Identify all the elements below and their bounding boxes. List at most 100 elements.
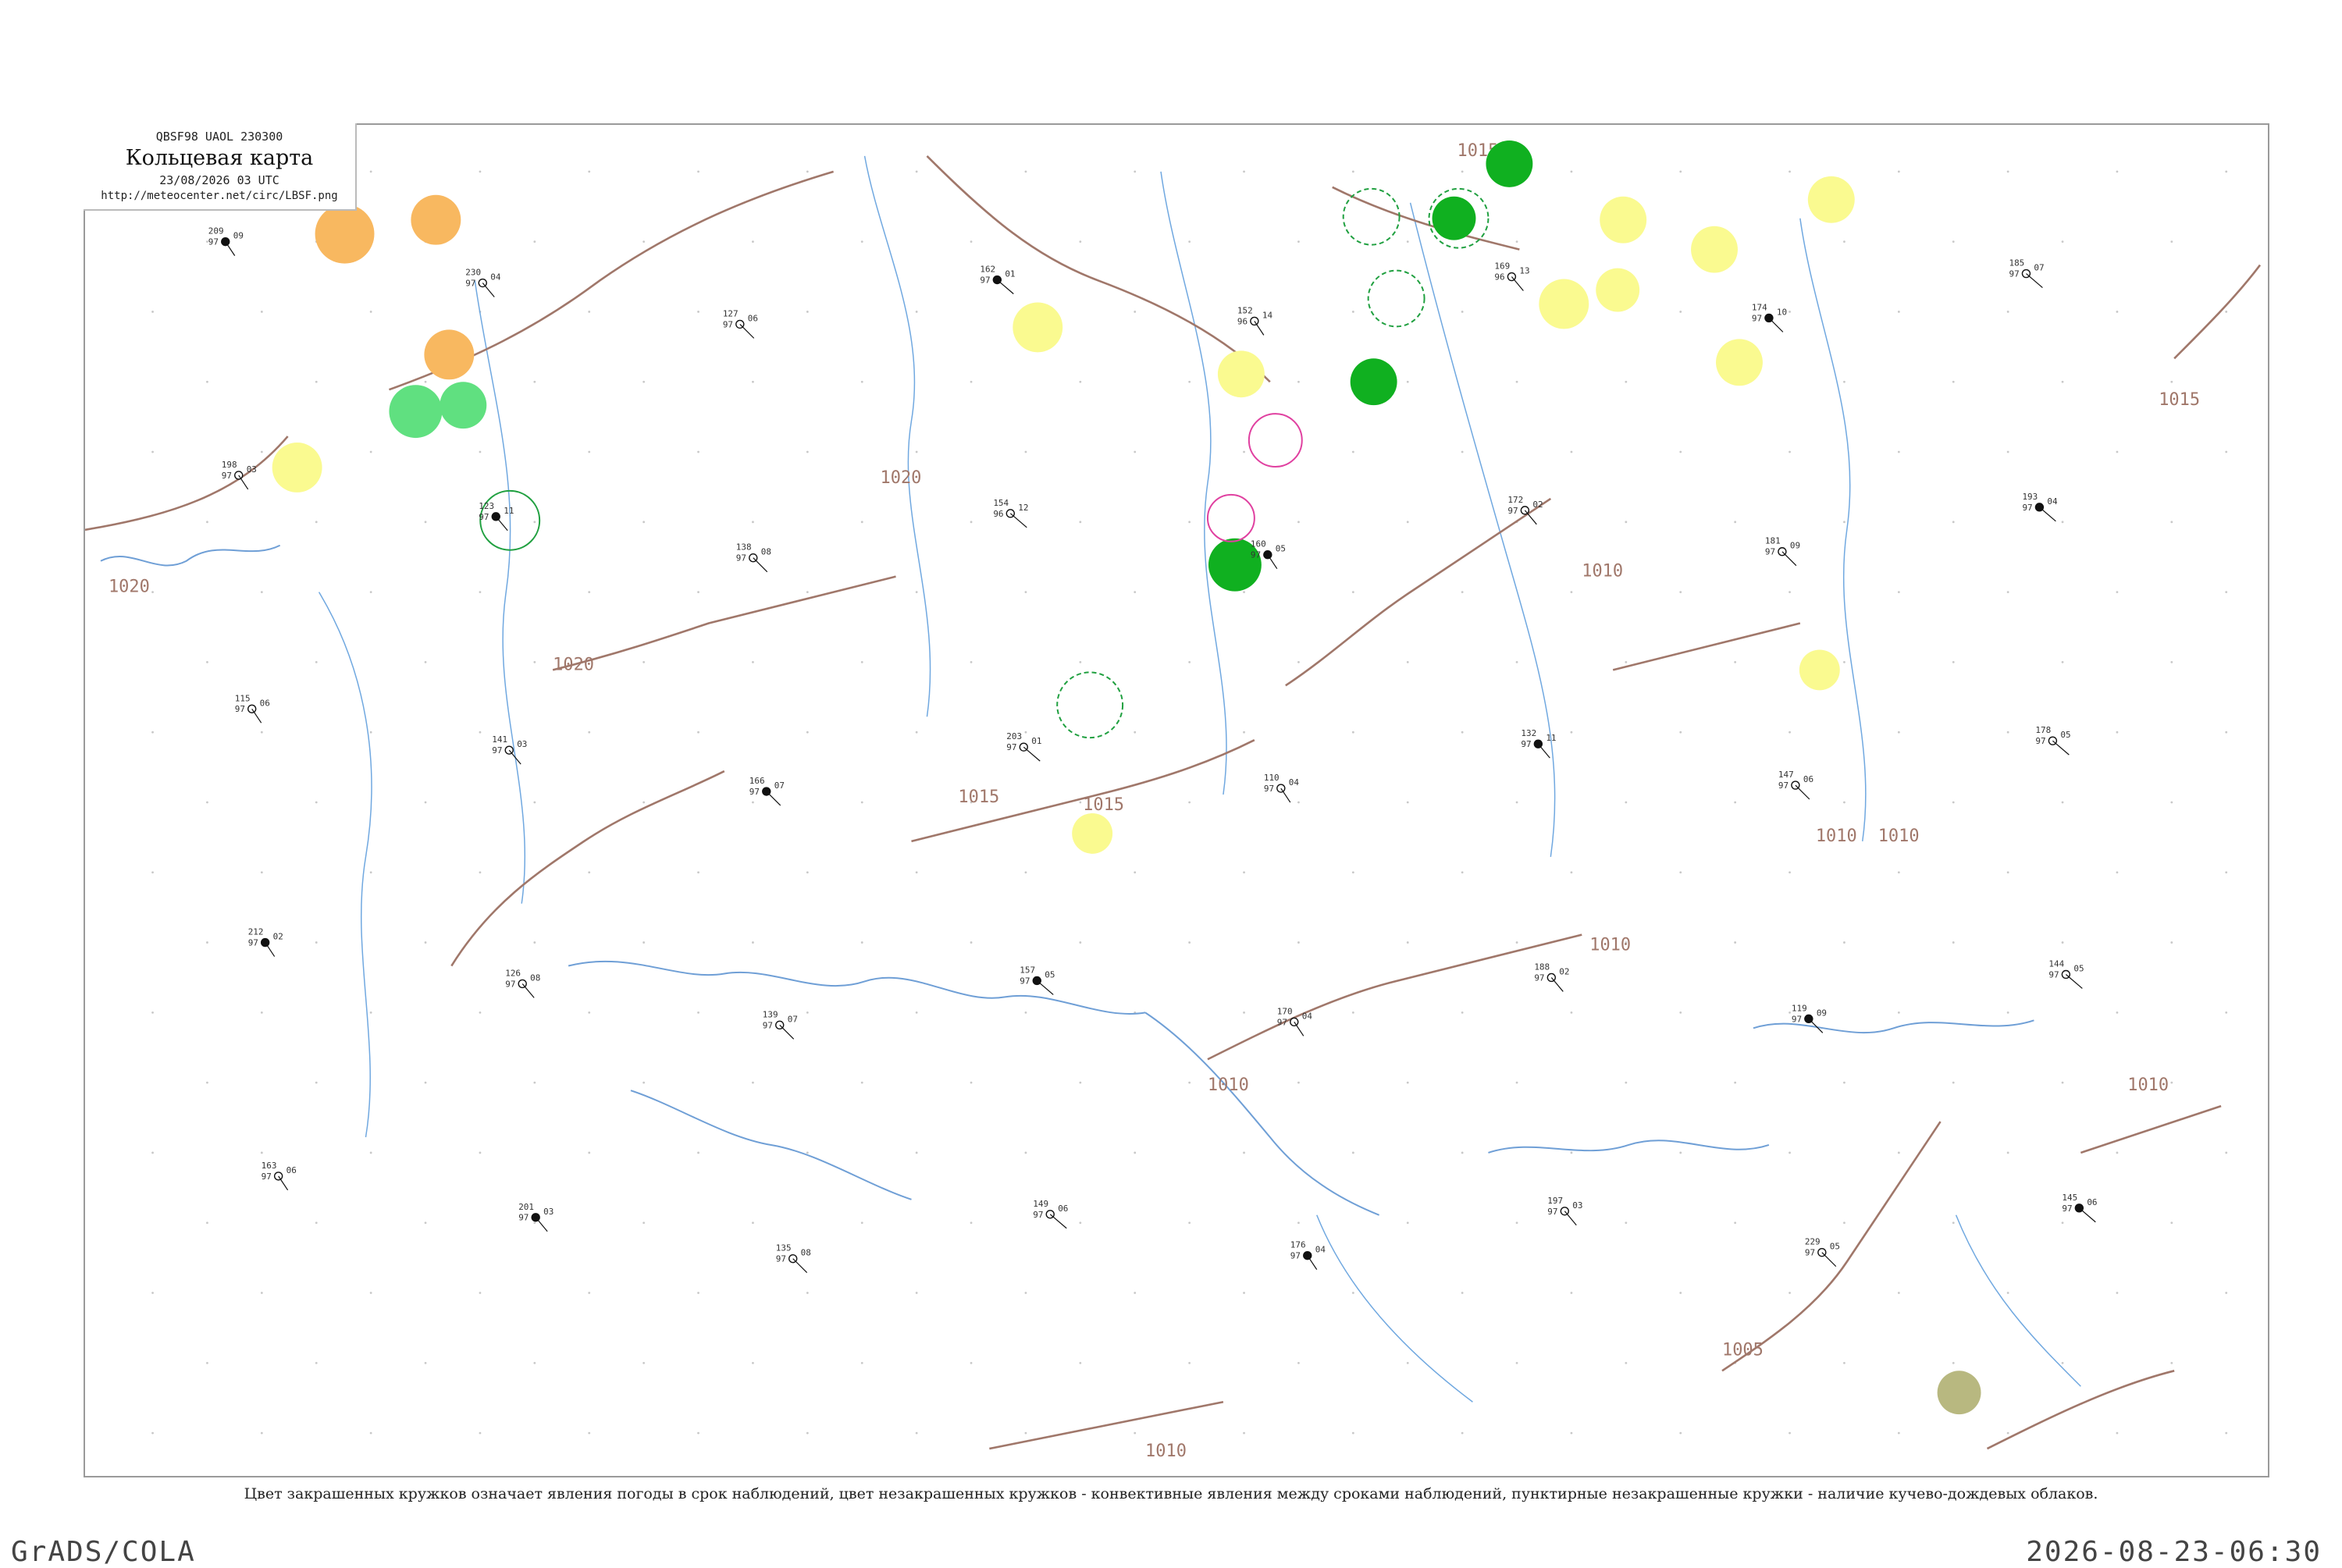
wind-barb <box>1307 1255 1318 1270</box>
station-value: 97 <box>262 1172 272 1182</box>
wind-barb <box>1049 1214 1067 1229</box>
station-value: 97 <box>1006 742 1016 752</box>
station-value: 01 <box>1005 269 1015 279</box>
station-value: 97 <box>2009 269 2019 279</box>
station-value: 97 <box>1251 550 1261 560</box>
station-value: 149 <box>1033 1199 1048 1209</box>
yellow-marker <box>1217 350 1265 398</box>
station-value: 11 <box>1546 733 1556 743</box>
wind-barb <box>1280 788 1291 803</box>
station-value: 141 <box>492 734 507 745</box>
station-plot: 13897 08 <box>736 542 771 573</box>
station-value: 97 <box>492 745 502 756</box>
station-plot: 18197 09 <box>1765 536 1800 567</box>
station-value: 135 <box>776 1243 792 1253</box>
station-plot: 13297 11 <box>1521 728 1557 759</box>
station-value: 126 <box>505 968 521 978</box>
station-circle <box>1303 1250 1312 1260</box>
station-value: 203 <box>1006 731 1022 741</box>
pink-ring <box>1206 493 1255 542</box>
station-value: 97 <box>479 512 489 522</box>
station-value: 97 <box>1778 780 1789 791</box>
legend-caption: Цвет закрашенных кружков означает явлени… <box>244 1485 2098 1502</box>
source-url[interactable]: http://meteocenter.net/circ/LBSF.png <box>84 190 355 202</box>
wind-barb <box>1795 784 1810 800</box>
footer-software: GrADS/COLA <box>11 1536 196 1568</box>
isobar-label: 1010 <box>2127 1076 2169 1095</box>
synoptic-map: 1020 1020 1020 1015 1015 1015 1015 1010 … <box>85 140 2262 1461</box>
station-plot: 17897 05 <box>2035 725 2071 756</box>
station-value: 11 <box>504 506 514 516</box>
wind-barb <box>1267 554 1278 570</box>
station-value: 14 <box>1262 310 1273 320</box>
station-value: 209 <box>208 226 224 236</box>
station-value: 04 <box>2047 496 2058 507</box>
yellow-marker <box>1807 176 1855 223</box>
station-plot: 14197 03 <box>492 734 527 765</box>
isobar-label: 1020 <box>881 468 922 488</box>
station-value: 123 <box>479 501 494 511</box>
yellow-marker <box>272 443 322 492</box>
green-ring <box>1056 671 1124 739</box>
bulletin-code: QBSF98 UAOL 230300 <box>155 130 283 144</box>
station-value: 97 <box>2035 736 2045 746</box>
station-value: 97 <box>208 237 219 247</box>
station-circle <box>1250 316 1259 326</box>
station-value: 188 <box>1534 962 1550 972</box>
station-value: 05 <box>1830 1242 1840 1252</box>
station-value: 154 <box>993 498 1009 508</box>
station-value: 174 <box>1752 302 1767 312</box>
station-plot: 14997 06 <box>1033 1199 1068 1229</box>
station-plot: 19897 03 <box>222 460 257 490</box>
station-plot: 11097 04 <box>1264 773 1299 803</box>
yellow-marker <box>1600 196 1647 244</box>
station-value: 10 <box>1777 307 1787 317</box>
wind-barb <box>482 283 495 297</box>
wind-barb <box>1537 743 1550 759</box>
yellow-marker <box>1799 649 1840 691</box>
wind-barb <box>1023 746 1041 762</box>
map-title: Кольцевая карта <box>125 146 314 170</box>
station-value: 03 <box>517 739 527 749</box>
wind-barb <box>1254 321 1265 336</box>
station-value: 97 <box>518 1213 529 1223</box>
station-plot: 16996 13 <box>1494 261 1530 291</box>
yellow-marker <box>1072 812 1113 854</box>
wind-barb <box>2039 507 2056 522</box>
station-plot: 17297 02 <box>1507 495 1543 525</box>
station-plot: 19797 03 <box>1547 1196 1582 1226</box>
wind-barb <box>1550 977 1564 992</box>
station-plot: 11597 06 <box>235 693 270 724</box>
isobar-label: 1010 <box>1816 827 1857 846</box>
station-value: 03 <box>1572 1200 1582 1211</box>
station-value: 185 <box>2009 258 2024 268</box>
station-value: 97 <box>505 979 515 989</box>
station-plot: 19397 04 <box>2022 492 2058 522</box>
station-value: 97 <box>749 787 760 797</box>
station-value: 05 <box>1045 969 1055 980</box>
station-value: 230 <box>465 268 481 278</box>
station-value: 05 <box>1276 544 1286 554</box>
wind-barb <box>1009 513 1027 528</box>
station-value: 96 <box>1237 316 1248 326</box>
station-value: 09 <box>1790 541 1800 551</box>
wind-barb <box>521 983 535 998</box>
yellow-marker <box>1596 268 1640 312</box>
station-value: 181 <box>1765 536 1781 546</box>
station-value: 97 <box>2022 503 2032 513</box>
station-value: 97 <box>1534 972 1544 983</box>
station-value: 07 <box>2034 263 2044 273</box>
station-value: 06 <box>748 313 758 323</box>
yellow-marker <box>1691 226 1738 273</box>
isobars <box>85 155 2262 1450</box>
station-plot: 13997 07 <box>763 1009 798 1040</box>
station-value: 06 <box>1058 1204 1068 1214</box>
station-value: 07 <box>788 1014 798 1024</box>
station-value: 160 <box>1251 539 1266 549</box>
green-marker <box>1350 358 1397 406</box>
orange-marker <box>424 329 475 380</box>
station-plot: 20197 03 <box>518 1202 553 1232</box>
isobar-label: 1010 <box>1878 827 1920 846</box>
station-value: 12 <box>1018 503 1028 513</box>
station-value: 05 <box>2073 963 2084 973</box>
